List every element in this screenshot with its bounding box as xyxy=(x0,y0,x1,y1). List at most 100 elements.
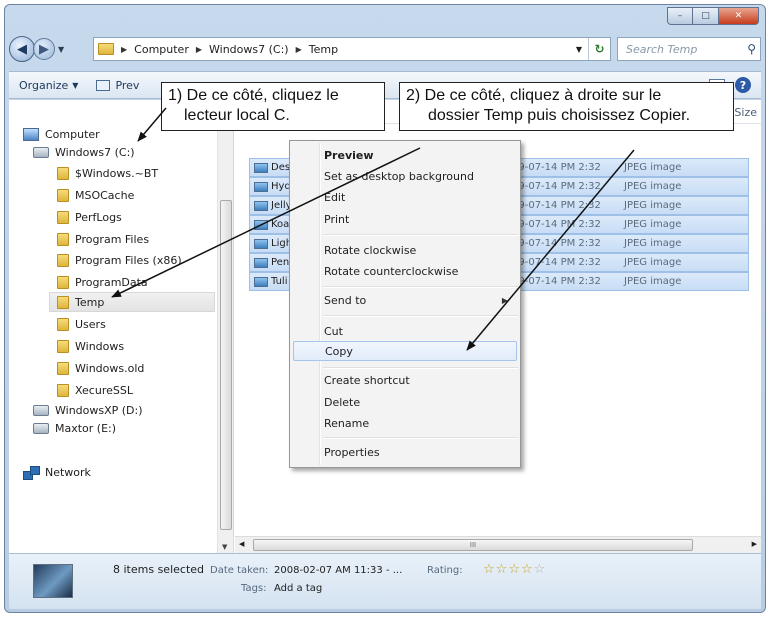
tree-item-label: Program Files (x86) xyxy=(75,253,182,267)
scrollbar-thumb[interactable] xyxy=(220,200,232,530)
menu-separator xyxy=(323,286,518,288)
tree-item-program-files[interactable]: Program Files xyxy=(57,229,149,249)
tree-item-temp[interactable]: Temp xyxy=(49,292,215,312)
tree-item-computer[interactable]: Computer xyxy=(23,124,100,144)
menu-item-create-shortcut[interactable]: Create shortcut xyxy=(324,370,410,390)
star-icon[interactable]: ☆ xyxy=(521,562,534,577)
menu-separator xyxy=(323,315,518,317)
tree-item-label: Network xyxy=(45,465,91,479)
tree-item-network[interactable]: Network xyxy=(23,462,91,482)
tree-item-xecuressl[interactable]: XecureSSL xyxy=(57,380,133,400)
help-icon[interactable]: ? xyxy=(735,77,751,93)
details-pane: 8 items selected Date taken: 2008-02-07 … xyxy=(9,553,761,609)
back-button[interactable]: ◀ xyxy=(9,36,35,62)
context-menu: Preview Set as desktop background Edit P… xyxy=(289,140,521,468)
breadcrumb-computer[interactable]: Computer xyxy=(134,43,189,56)
forward-button[interactable]: ▶ xyxy=(33,38,55,60)
menu-item-label: Send to xyxy=(324,293,367,307)
scroll-left-icon[interactable]: ◀ xyxy=(239,540,244,548)
close-button[interactable]: ✕ xyxy=(719,7,759,25)
recent-pages-dropdown[interactable]: ▼ xyxy=(58,45,64,54)
tree-item-windows[interactable]: Windows xyxy=(57,336,124,356)
tree-item-label: PerfLogs xyxy=(75,210,122,224)
tree-item-label: Program Files xyxy=(75,232,150,246)
tree-item-program-files-x86[interactable]: Program Files (x86) xyxy=(57,250,182,270)
date-taken-value[interactable]: 2008-02-07 AM 11:33 - ... xyxy=(274,565,402,576)
menu-item-cut[interactable]: Cut xyxy=(324,321,343,341)
minimize-button[interactable]: – xyxy=(667,7,693,25)
star-icon[interactable]: ☆ xyxy=(483,562,496,577)
folder-icon xyxy=(57,383,69,397)
tree-item-drive-d[interactable]: WindowsXP (D:) xyxy=(33,400,143,420)
image-file-icon xyxy=(254,276,268,287)
callout-line: lecteur local C. xyxy=(184,107,290,124)
tags-value[interactable]: Add a tag xyxy=(274,583,322,594)
chevron-down-icon: ▼ xyxy=(72,80,79,90)
column-header-size[interactable]: Size xyxy=(734,106,757,119)
tree-item-drive-c[interactable]: Windows7 (C:) xyxy=(33,142,135,162)
organize-button[interactable]: Organize ▼ xyxy=(19,79,78,92)
breadcrumb-temp[interactable]: Temp xyxy=(309,43,338,56)
image-file-icon xyxy=(254,238,268,249)
menu-item-rotate-clockwise[interactable]: Rotate clockwise xyxy=(324,240,416,260)
refresh-icon[interactable]: ↻ xyxy=(588,38,610,60)
file-type: JPEG image xyxy=(624,200,682,211)
menu-item-print[interactable]: Print xyxy=(324,209,349,229)
star-icon[interactable]: ☆ xyxy=(508,562,521,577)
chevron-right-icon[interactable]: ▶ xyxy=(296,45,302,54)
tree-item-windows-bt[interactable]: $Windows.~BT xyxy=(57,163,158,183)
folder-icon xyxy=(57,275,69,289)
file-type: JPEG image xyxy=(624,238,682,249)
breadcrumb-drive-c[interactable]: Windows7 (C:) xyxy=(209,43,289,56)
computer-icon xyxy=(23,127,39,141)
caption-buttons: – □ ✕ xyxy=(667,7,759,25)
tree-item-users[interactable]: Users xyxy=(57,314,106,334)
image-file-icon xyxy=(254,200,268,211)
preview-button[interactable]: Prev xyxy=(96,79,139,92)
address-bar[interactable]: ▶ Computer ▶ Windows7 (C:) ▶ Temp ▼ ↻ xyxy=(93,37,611,61)
search-icon[interactable]: ⚲ xyxy=(747,42,756,56)
tree-item-msocache[interactable]: MSOCache xyxy=(57,185,134,205)
image-file-icon xyxy=(254,219,268,230)
image-file-icon xyxy=(254,162,268,173)
star-icon[interactable]: ☆ xyxy=(496,562,509,577)
menu-item-preview[interactable]: Preview xyxy=(324,145,374,165)
selection-count: 8 items selected xyxy=(113,563,205,576)
callout-step-1: 1) De ce côté, cliquez le lecteur local … xyxy=(161,82,385,131)
file-date: 09-07-14 PM 2:32 xyxy=(512,257,601,268)
tree-item-windows-old[interactable]: Windows.old xyxy=(57,358,144,378)
folder-icon xyxy=(57,166,69,180)
chevron-right-icon[interactable]: ▶ xyxy=(121,45,127,54)
rating-stars[interactable]: ☆☆☆☆☆ xyxy=(483,562,546,577)
menu-item-edit[interactable]: Edit xyxy=(324,187,345,207)
tree-item-label: WindowsXP (D:) xyxy=(55,403,143,417)
tree-item-programdata[interactable]: ProgramData xyxy=(57,272,148,292)
tree-item-drive-e[interactable]: Maxtor (E:) xyxy=(33,418,116,438)
menu-item-delete[interactable]: Delete xyxy=(324,392,360,412)
maximize-button[interactable]: □ xyxy=(693,7,719,25)
organize-label: Organize xyxy=(19,78,69,92)
menu-item-send-to[interactable]: Send to xyxy=(324,290,518,310)
tree-item-perflogs[interactable]: PerfLogs xyxy=(57,207,122,227)
menu-item-properties[interactable]: Properties xyxy=(324,442,380,462)
scroll-right-icon[interactable]: ▶ xyxy=(752,540,757,548)
search-input[interactable]: Search Temp ⚲ xyxy=(617,37,761,61)
tree-item-label: ProgramData xyxy=(75,275,148,289)
address-history-dropdown[interactable]: ▼ xyxy=(570,45,588,54)
callout-line: dossier Temp puis choisissez Copier. xyxy=(428,107,691,124)
chevron-right-icon[interactable]: ▶ xyxy=(196,45,202,54)
menu-item-set-desktop-background[interactable]: Set as desktop background xyxy=(324,166,474,186)
file-type: JPEG image xyxy=(624,181,682,192)
navigation-scrollbar[interactable]: ▼ xyxy=(217,100,234,553)
scrollbar-thumb[interactable]: III xyxy=(253,539,693,551)
file-date: 09-07-14 PM 2:32 xyxy=(512,181,601,192)
menu-item-rename[interactable]: Rename xyxy=(324,413,369,433)
scroll-down-icon[interactable]: ▼ xyxy=(222,543,227,551)
star-icon[interactable]: ☆ xyxy=(534,562,547,577)
menu-separator xyxy=(323,367,518,369)
folder-icon xyxy=(57,361,69,375)
menu-item-copy[interactable]: Copy xyxy=(293,341,517,361)
folder-icon xyxy=(98,43,114,55)
horizontal-scrollbar[interactable]: ◀ III ▶ xyxy=(235,536,761,553)
menu-item-rotate-counterclockwise[interactable]: Rotate counterclockwise xyxy=(324,261,458,281)
